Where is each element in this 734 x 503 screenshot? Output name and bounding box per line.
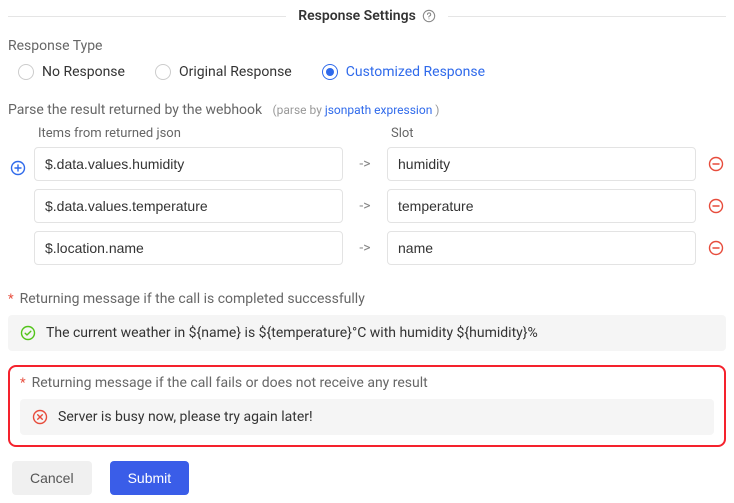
fail-message-label: * Returning message if the call fails or…: [20, 375, 714, 391]
parse-hint-suffix: ): [432, 103, 439, 117]
slot-input[interactable]: [387, 231, 696, 265]
parse-hint: Parse the result returned by the webhook…: [8, 102, 726, 118]
radio-indicator: [322, 64, 338, 80]
mapping-header: Items from returned json Slot: [34, 126, 726, 147]
arrow-icon: ->: [353, 156, 377, 172]
col-header-json: Items from returned json: [34, 126, 343, 141]
fail-label-text: Returning message if the call fails or d…: [32, 375, 428, 391]
delete-row-button[interactable]: [708, 156, 724, 172]
radio-label: Original Response: [179, 64, 292, 80]
col-header-arrow: [353, 126, 377, 141]
radio-no-response[interactable]: No Response: [18, 64, 125, 80]
submit-button[interactable]: Submit: [110, 461, 190, 495]
help-icon[interactable]: [422, 9, 436, 23]
mapping-table: Items from returned json Slot -> ->: [34, 126, 726, 273]
jsonpath-link[interactable]: jsonpath expression: [325, 103, 432, 117]
fail-message-text: Server is busy now, please try again lat…: [58, 409, 313, 425]
success-message-section: * Returning message if the call is compl…: [8, 291, 726, 351]
divider-right: [448, 16, 726, 17]
mapping-row: ->: [34, 147, 726, 181]
fail-message-highlight: * Returning message if the call fails or…: [8, 365, 726, 447]
col-header-slot: Slot: [387, 126, 696, 141]
required-star: *: [20, 376, 26, 391]
mapping-row: ->: [34, 189, 726, 223]
fail-message-box[interactable]: Server is busy now, please try again lat…: [20, 399, 714, 435]
radio-original-response[interactable]: Original Response: [155, 64, 292, 80]
divider-left: [8, 16, 286, 17]
radio-customized-response[interactable]: Customized Response: [322, 64, 485, 80]
json-path-input[interactable]: [34, 147, 343, 181]
success-label-text: Returning message if the call is complet…: [20, 291, 365, 307]
parse-label: Parse the result returned by the webhook: [8, 102, 262, 118]
success-message-text: The current weather in ${name} is ${temp…: [46, 325, 538, 341]
arrow-icon: ->: [353, 240, 377, 256]
success-message-box[interactable]: The current weather in ${name} is ${temp…: [8, 315, 726, 351]
response-type-label: Response Type: [8, 38, 726, 54]
radio-indicator: [18, 64, 34, 80]
mapping-area: Items from returned json Slot -> ->: [8, 126, 726, 273]
x-circle-icon: [32, 409, 48, 425]
success-message-label: * Returning message if the call is compl…: [8, 291, 726, 307]
section-header: Response Settings: [8, 8, 726, 24]
delete-row-button[interactable]: [708, 198, 724, 214]
response-type-group: No Response Original Response Customized…: [8, 64, 726, 80]
radio-label: No Response: [42, 64, 125, 80]
required-star: *: [8, 292, 14, 307]
col-header-del: [706, 126, 726, 141]
parse-hint-prefix: (parse by: [273, 103, 325, 117]
add-row-button[interactable]: [10, 160, 26, 176]
radio-label: Customized Response: [346, 64, 485, 80]
mapping-row: ->: [34, 231, 726, 265]
check-circle-icon: [20, 325, 36, 341]
action-buttons: Cancel Submit: [8, 461, 726, 495]
slot-input[interactable]: [387, 189, 696, 223]
json-path-input[interactable]: [34, 189, 343, 223]
radio-indicator: [155, 64, 171, 80]
json-path-input[interactable]: [34, 231, 343, 265]
delete-row-button[interactable]: [708, 240, 724, 256]
slot-input[interactable]: [387, 147, 696, 181]
arrow-icon: ->: [353, 198, 377, 214]
section-title-wrap: Response Settings: [286, 8, 448, 24]
section-title: Response Settings: [298, 8, 416, 24]
cancel-button[interactable]: Cancel: [12, 461, 92, 495]
